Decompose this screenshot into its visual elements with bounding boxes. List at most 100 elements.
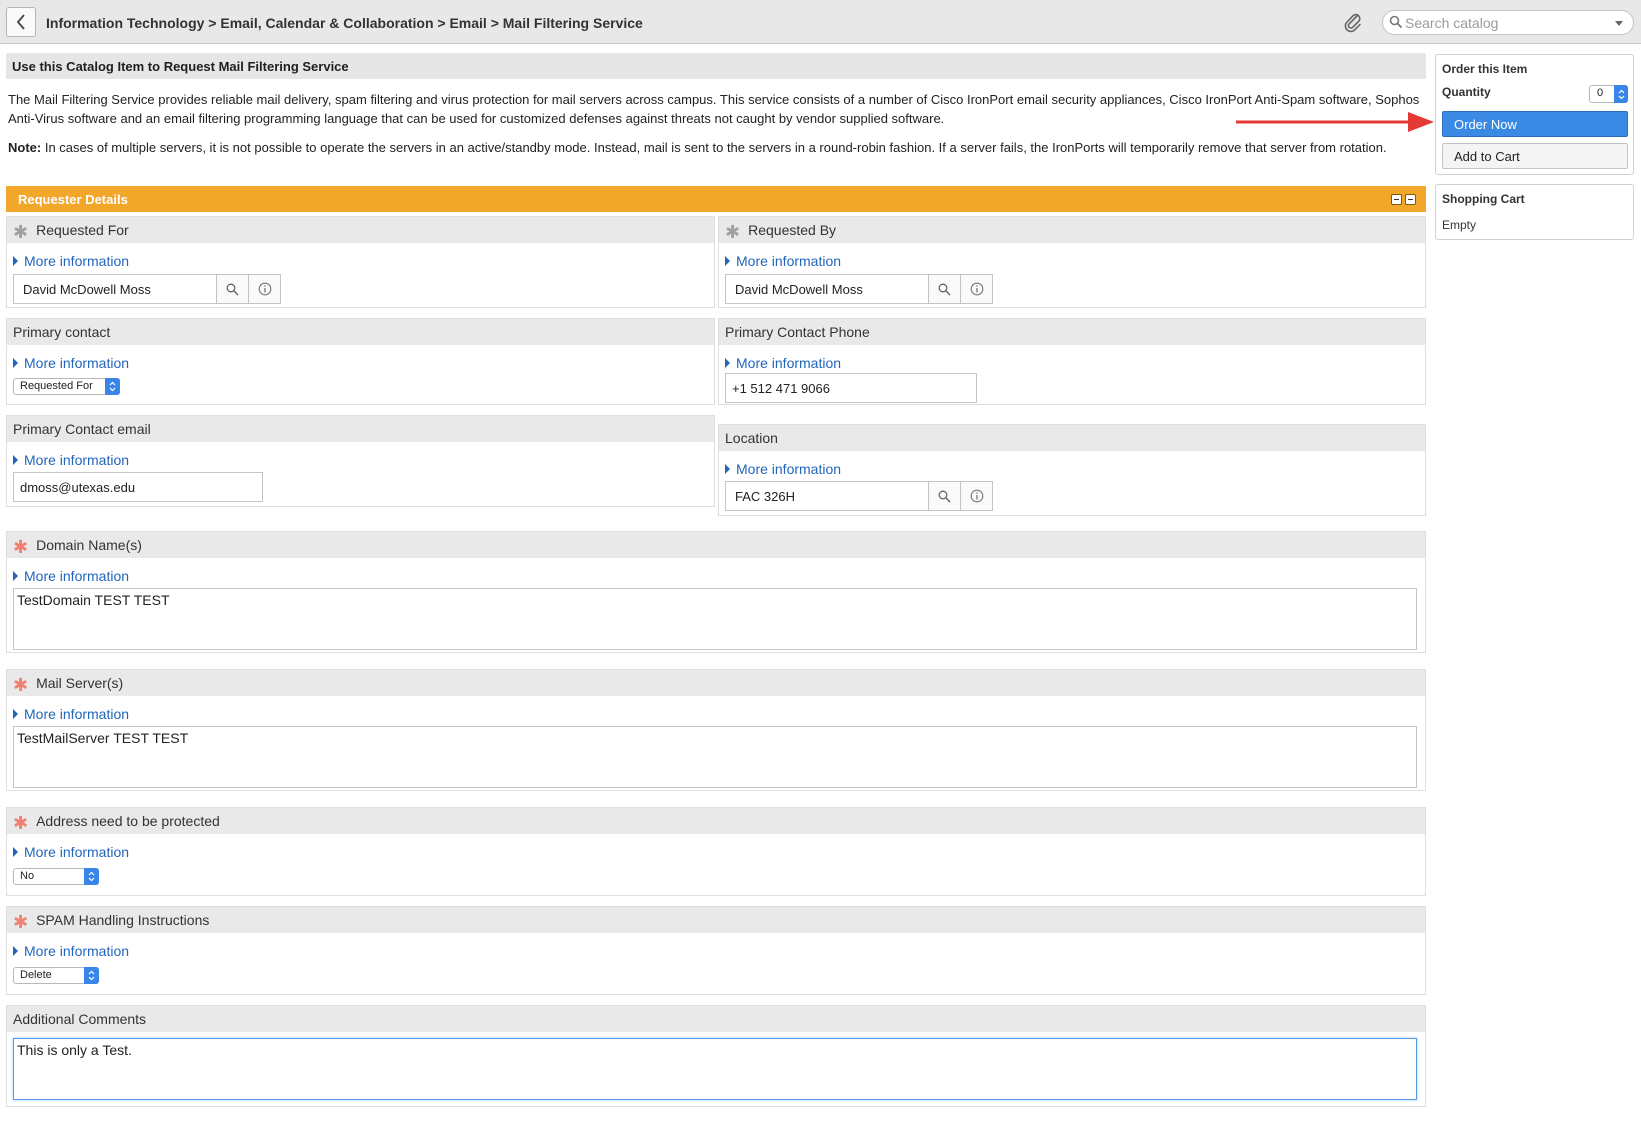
note-label: Note: xyxy=(8,140,42,155)
address-protected-select[interactable]: No xyxy=(13,868,99,885)
field-additional-comments: Additional Comments This is only a Test. xyxy=(6,1005,1426,1107)
expand-triangle-icon xyxy=(13,570,18,581)
magnifier-icon xyxy=(226,283,239,296)
required-star-icon: ✱ xyxy=(13,537,29,557)
more-information-label: More information xyxy=(24,354,130,371)
more-information-link[interactable]: More information xyxy=(7,558,1425,586)
requested-by-input[interactable] xyxy=(726,275,928,303)
field-label: Domain Name(s) xyxy=(36,537,142,553)
location-input[interactable] xyxy=(726,482,928,510)
more-information-link[interactable]: More information xyxy=(719,451,1425,479)
search-catalog[interactable] xyxy=(1382,10,1634,35)
location-reference xyxy=(725,481,993,511)
info-button[interactable] xyxy=(248,275,280,303)
order-now-button[interactable]: Order Now xyxy=(1442,111,1628,137)
primary-contact-phone-input[interactable] xyxy=(725,373,977,403)
more-information-link[interactable]: More information xyxy=(7,696,1425,724)
lookup-button[interactable] xyxy=(928,275,960,303)
primary-contact-select[interactable]: Requested For xyxy=(13,378,120,395)
catalog-item-note: Note: In cases of multiple servers, it i… xyxy=(8,138,1424,157)
info-icon xyxy=(258,282,271,296)
spam-handling-select[interactable]: Delete xyxy=(13,967,99,984)
search-icon xyxy=(1389,15,1403,29)
paperclip-icon[interactable] xyxy=(1343,11,1363,33)
field-label: Mail Server(s) xyxy=(36,675,124,691)
field-label: Primary Contact Phone xyxy=(725,324,870,340)
info-icon xyxy=(970,282,983,296)
more-information-link[interactable]: More information xyxy=(7,243,714,271)
chevron-left-icon xyxy=(16,14,25,30)
more-information-link[interactable]: More information xyxy=(7,345,714,373)
add-to-cart-button[interactable]: Add to Cart xyxy=(1442,143,1628,169)
select-arrows-icon xyxy=(1614,85,1628,103)
quantity-label: Quantity xyxy=(1442,85,1491,99)
magnifier-icon xyxy=(938,490,951,503)
field-requested-by: ✱ Requested By More information xyxy=(718,216,1426,308)
more-information-link[interactable]: More information xyxy=(7,442,714,470)
more-information-label: More information xyxy=(736,354,842,371)
more-information-label: More information xyxy=(24,451,130,468)
expand-triangle-icon xyxy=(13,255,18,266)
field-label: Primary contact xyxy=(13,324,111,340)
requested-for-input[interactable] xyxy=(14,275,216,303)
mail-servers-textarea[interactable]: TestMailServer TEST TEST xyxy=(13,726,1417,788)
field-address-protected: ✱ Address need to be protected More infor… xyxy=(6,807,1426,896)
search-input[interactable] xyxy=(1405,14,1605,32)
field-label: Address need to be protected xyxy=(36,813,220,829)
catalog-item-description: The Mail Filtering Service provides reli… xyxy=(8,92,1420,126)
additional-comments-textarea[interactable]: This is only a Test. xyxy=(13,1038,1417,1100)
annotation-arrow-icon xyxy=(1236,112,1434,132)
more-information-label: More information xyxy=(736,460,842,477)
more-information-link[interactable]: More information xyxy=(719,345,1425,373)
field-location: Location More information xyxy=(718,424,1426,516)
mandatory-star-icon: ✱ xyxy=(725,222,741,242)
magnifier-icon xyxy=(938,283,951,296)
quantity-value: 0 xyxy=(1597,87,1604,99)
collapse-icon[interactable] xyxy=(1391,194,1402,205)
collapse-all-icon[interactable] xyxy=(1405,194,1416,205)
select-arrows-icon xyxy=(84,967,99,984)
field-label: Requested By xyxy=(748,222,837,238)
required-star-icon: ✱ xyxy=(13,813,29,833)
catalog-item-title: Use this Catalog Item to Request Mail Fi… xyxy=(6,53,1426,79)
primary-contact-email-input[interactable] xyxy=(13,472,263,502)
info-button[interactable] xyxy=(960,482,992,510)
back-button[interactable] xyxy=(6,7,36,37)
more-information-label: More information xyxy=(24,705,130,722)
field-label: Primary Contact email xyxy=(13,421,151,437)
field-mail-servers: ✱ Mail Server(s) More information TestMai… xyxy=(6,669,1426,791)
expand-triangle-icon xyxy=(13,846,18,857)
more-information-label: More information xyxy=(24,843,130,860)
shopping-cart-status: Empty xyxy=(1442,218,1477,232)
top-header: Information Technology > Email, Calendar… xyxy=(0,0,1641,44)
more-information-label: More information xyxy=(736,252,842,269)
more-information-link[interactable]: More information xyxy=(7,834,1425,862)
shopping-cart-panel: Shopping Cart Empty xyxy=(1435,184,1634,240)
expand-triangle-icon xyxy=(725,463,730,474)
shopping-cart-title: Shopping Cart xyxy=(1442,192,1525,206)
info-icon xyxy=(970,489,983,503)
expand-triangle-icon xyxy=(13,708,18,719)
select-value: Delete xyxy=(20,969,52,981)
field-label: Additional Comments xyxy=(13,1011,147,1027)
required-star-icon: ✱ xyxy=(13,675,29,695)
field-domain-names: ✱ Domain Name(s) More information TestDom… xyxy=(6,531,1426,653)
order-panel: Order this Item Quantity 0 Order Now Add… xyxy=(1435,54,1634,175)
select-arrows-icon xyxy=(105,378,120,395)
domain-names-textarea[interactable]: TestDomain TEST TEST xyxy=(13,588,1417,650)
lookup-button[interactable] xyxy=(928,482,960,510)
field-label: Location xyxy=(725,430,778,446)
info-button[interactable] xyxy=(960,275,992,303)
field-primary-contact-phone: Primary Contact Phone More information xyxy=(718,318,1426,405)
order-panel-title: Order this Item xyxy=(1442,62,1528,76)
expand-triangle-icon xyxy=(725,357,730,368)
required-star-icon: ✱ xyxy=(13,912,29,932)
lookup-button[interactable] xyxy=(216,275,248,303)
expand-triangle-icon xyxy=(725,255,730,266)
chevron-down-icon[interactable] xyxy=(1615,21,1623,26)
more-information-link[interactable]: More information xyxy=(719,243,1425,271)
quantity-select[interactable]: 0 xyxy=(1589,85,1628,103)
section-header-requester-details: Requester Details xyxy=(6,186,1426,212)
more-information-link[interactable]: More information xyxy=(7,933,1425,961)
field-primary-contact-email: Primary Contact email More information xyxy=(6,415,715,507)
